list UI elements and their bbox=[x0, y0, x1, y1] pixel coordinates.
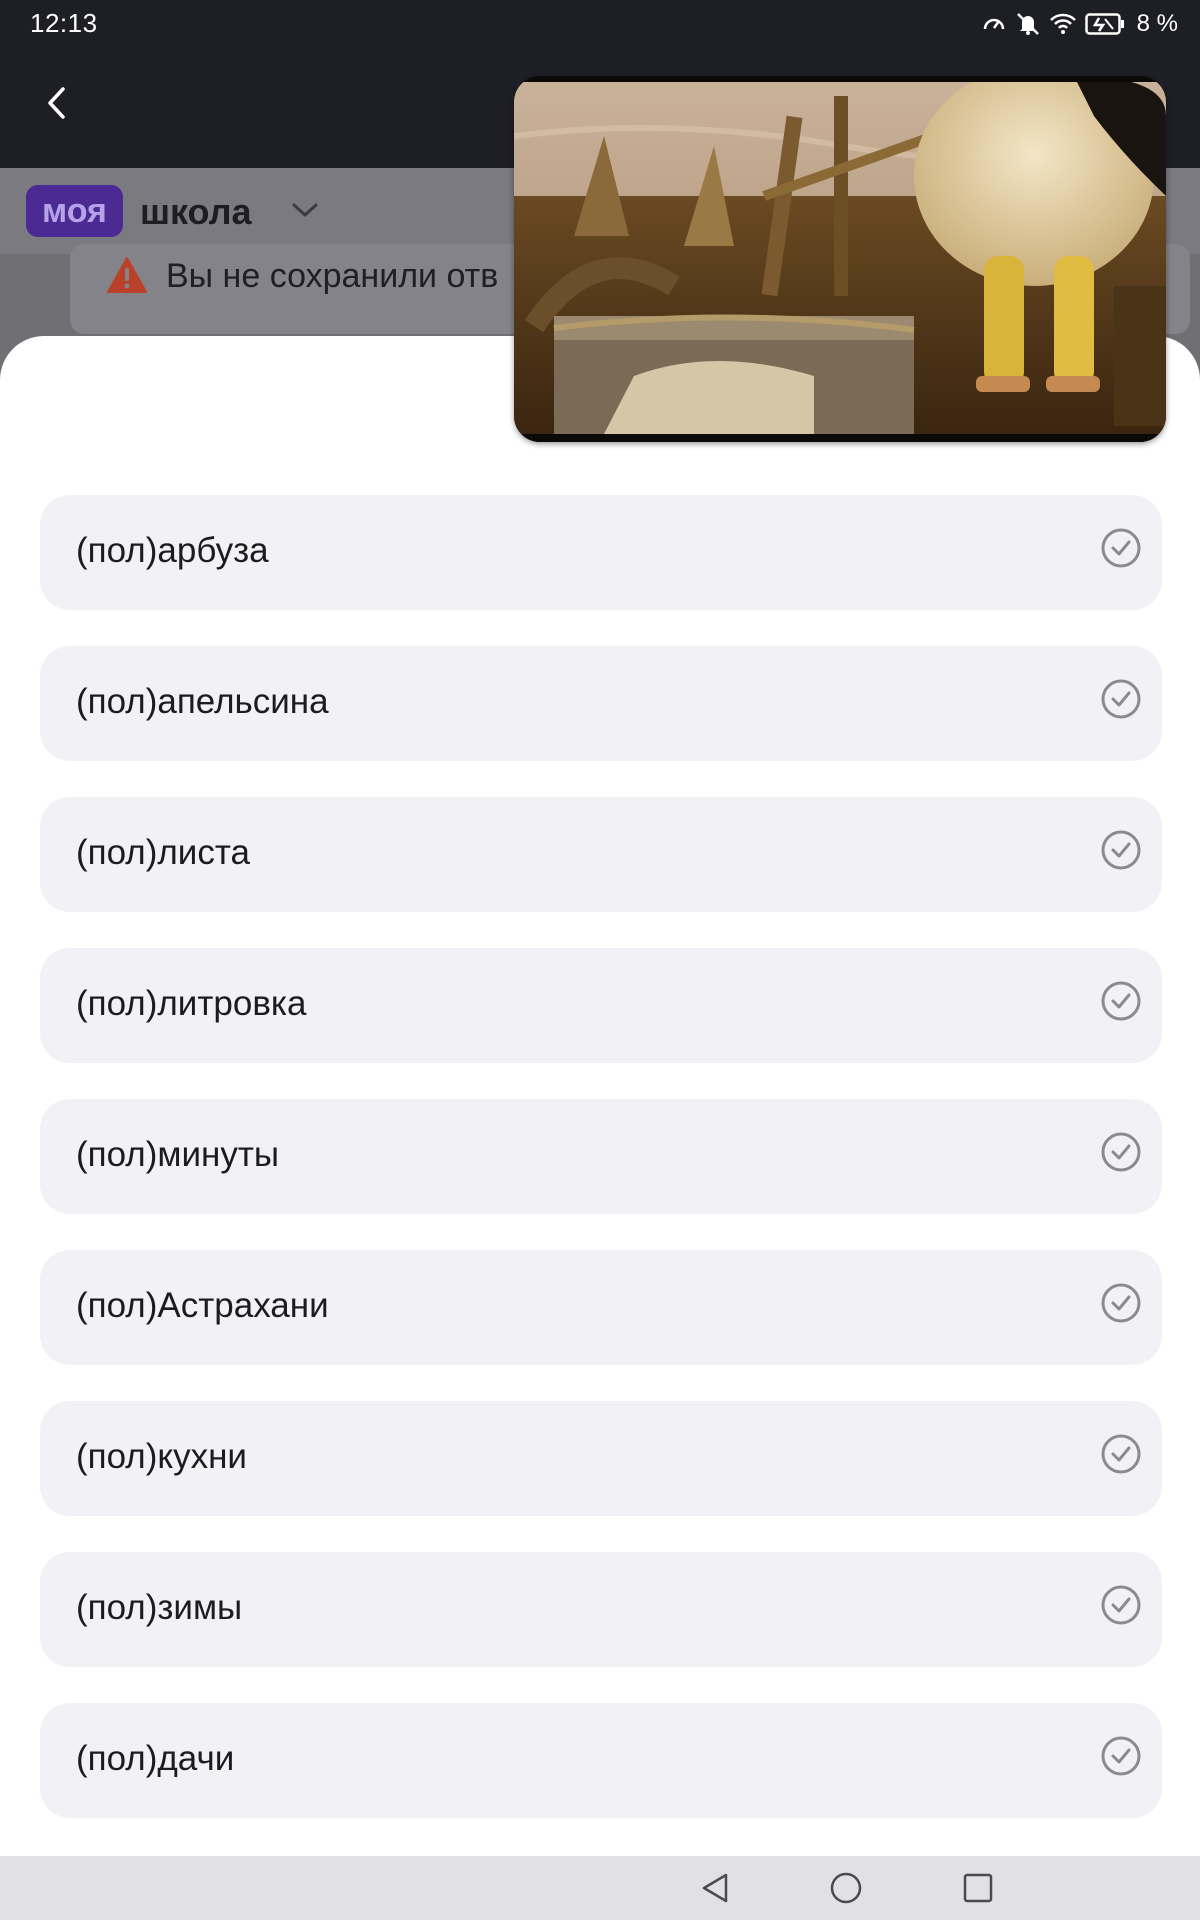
system-nav-bar bbox=[0, 1856, 1200, 1920]
wifi-icon bbox=[1049, 11, 1077, 37]
pip-video-player[interactable] bbox=[514, 76, 1166, 442]
option-label: (пол)листа bbox=[76, 833, 250, 872]
battery-charging-icon bbox=[1084, 12, 1125, 36]
logo-text[interactable]: школа bbox=[140, 188, 252, 236]
option-item[interactable]: (пол)литровка bbox=[40, 948, 1162, 1063]
check-circle-icon bbox=[1101, 830, 1141, 870]
status-time: 12:13 bbox=[30, 8, 98, 38]
check-circle-icon bbox=[1101, 1132, 1141, 1172]
option-item[interactable]: (пол)дачи bbox=[40, 1703, 1162, 1818]
option-item[interactable]: (пол)кухни bbox=[40, 1401, 1162, 1516]
warning-triangle-icon bbox=[106, 256, 148, 299]
option-list: (пол)арбуза (пол)апельсина (пол)листа (п… bbox=[40, 495, 1162, 1854]
check-circle-icon bbox=[1101, 1283, 1141, 1323]
nav-home-icon[interactable] bbox=[828, 1870, 864, 1906]
option-label: (пол)дачи bbox=[76, 1739, 235, 1778]
option-label: (пол)арбуза bbox=[76, 531, 269, 570]
status-icons: 8 % bbox=[981, 6, 1178, 42]
video-thumbnail bbox=[514, 76, 1166, 442]
option-item[interactable]: (пол)зимы bbox=[40, 1552, 1162, 1667]
chevron-down-icon[interactable] bbox=[290, 200, 320, 225]
option-label: (пол)Астрахани bbox=[76, 1286, 329, 1325]
bell-off-icon bbox=[1015, 11, 1041, 37]
option-item[interactable]: (пол)апельсина bbox=[40, 646, 1162, 761]
check-circle-icon bbox=[1101, 679, 1141, 719]
check-circle-icon bbox=[1101, 528, 1141, 568]
option-item[interactable]: (пол)листа bbox=[40, 797, 1162, 912]
option-item[interactable]: (пол)арбуза bbox=[40, 495, 1162, 610]
chevron-left-icon bbox=[48, 87, 65, 119]
option-label: (пол)зимы bbox=[76, 1588, 243, 1627]
check-circle-icon bbox=[1101, 1736, 1141, 1776]
option-label: (пол)литровка bbox=[76, 984, 307, 1023]
check-circle-icon bbox=[1101, 1585, 1141, 1625]
back-button[interactable] bbox=[34, 78, 78, 128]
option-label: (пол)минуты bbox=[76, 1135, 280, 1174]
option-item[interactable]: (пол)Астрахани bbox=[40, 1250, 1162, 1365]
check-circle-icon bbox=[1101, 1434, 1141, 1474]
option-label: (пол)кухни bbox=[76, 1437, 247, 1476]
options-bottom-sheet: (пол)арбуза (пол)апельсина (пол)листа (п… bbox=[0, 336, 1200, 1856]
check-circle-icon bbox=[1101, 981, 1141, 1021]
nav-back-icon[interactable] bbox=[698, 1870, 734, 1906]
option-item[interactable]: (пол)минуты bbox=[40, 1099, 1162, 1214]
battery-percent: 8 % bbox=[1136, 10, 1178, 37]
speedometer-icon bbox=[981, 11, 1007, 37]
nav-recents-icon[interactable] bbox=[960, 1870, 996, 1906]
option-label: (пол)апельсина bbox=[76, 682, 329, 721]
logo-badge[interactable]: моя bbox=[26, 185, 123, 237]
status-bar: 12:13 8 % bbox=[0, 0, 1200, 48]
warning-text: Вы не сохранили отв bbox=[166, 257, 499, 295]
